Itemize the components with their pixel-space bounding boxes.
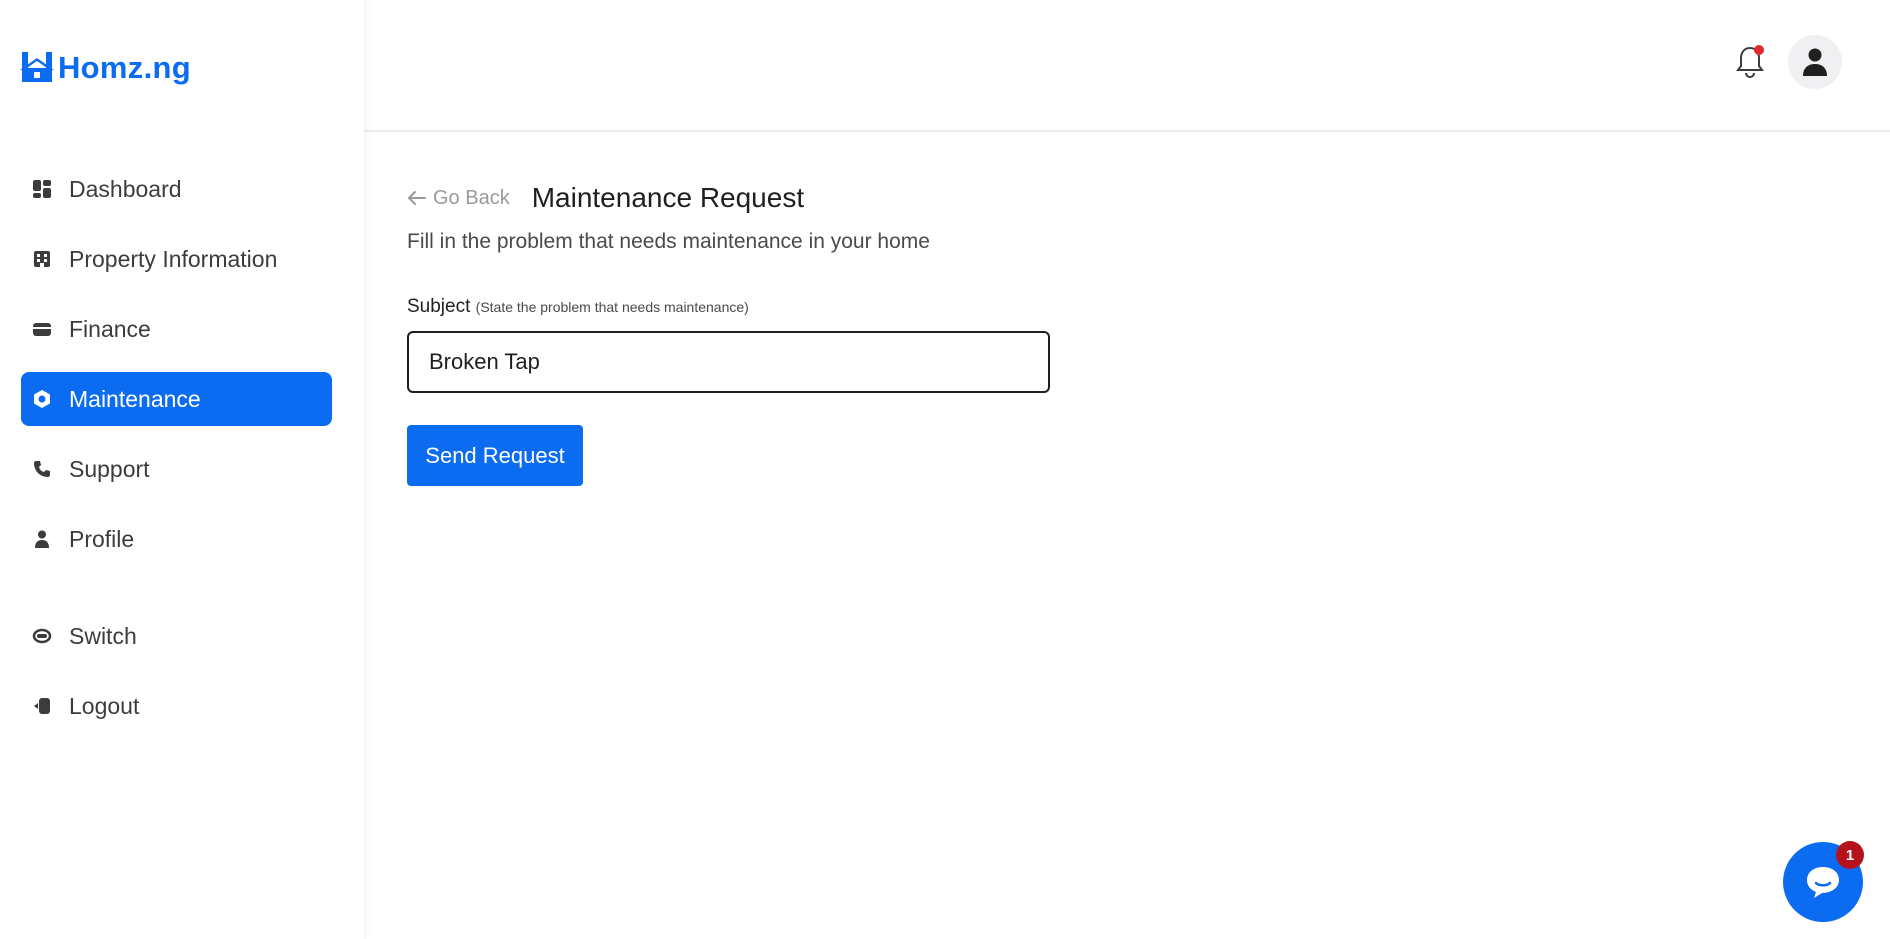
sidebar-item-maintenance[interactable]: Maintenance: [21, 372, 332, 426]
page-subtitle: Fill in the problem that needs maintenan…: [407, 230, 930, 253]
sidebar-item-support[interactable]: Support: [21, 442, 332, 496]
sidebar-item-label: Property Information: [69, 245, 278, 272]
sidebar-item-label: Switch: [69, 622, 137, 649]
logout-door-icon: [32, 696, 52, 716]
top-header: [364, 0, 1890, 132]
sidebar-item-logout[interactable]: Logout: [21, 679, 332, 733]
sidebar-item-label: Maintenance: [69, 385, 201, 412]
phone-icon: [32, 459, 52, 479]
subject-hint: (State the problem that needs maintenanc…: [475, 299, 749, 315]
sidebar-item-finance[interactable]: Finance: [21, 302, 332, 356]
house-logo-icon: [20, 52, 54, 82]
main-content: Go Back Maintenance Request Fill in the …: [407, 178, 1050, 486]
go-back-label: Go Back: [433, 186, 510, 209]
subject-label-text: Subject: [407, 296, 471, 317]
sidebar: Homz.ng Dashboard Property Information F…: [0, 0, 364, 939]
building-icon: [32, 249, 52, 269]
sidebar-item-property-information[interactable]: Property Information: [21, 232, 332, 286]
dashboard-grid-icon: [32, 179, 52, 199]
sidebar-item-label: Finance: [69, 315, 151, 342]
profile-avatar-button[interactable]: [1788, 35, 1842, 89]
send-request-button[interactable]: Send Request: [407, 425, 583, 486]
page-title: Maintenance Request: [531, 182, 805, 213]
title-row: Go Back Maintenance Request: [407, 178, 804, 218]
user-avatar-icon: [1803, 48, 1827, 76]
sidebar-item-label: Support: [69, 455, 150, 482]
gear-nut-icon: [32, 389, 52, 409]
sidebar-item-dashboard[interactable]: Dashboard: [21, 162, 332, 216]
chat-bubble-icon: [1807, 867, 1839, 898]
sidebar-item-switch[interactable]: Switch: [21, 609, 332, 663]
unread-notification-dot: [1754, 45, 1764, 55]
sidebar-item-profile[interactable]: Profile: [21, 512, 332, 566]
sidebar-item-label: Dashboard: [69, 175, 182, 202]
go-back-link[interactable]: Go Back: [407, 187, 510, 210]
brand-name: Homz.ng: [58, 50, 191, 85]
brand-logo[interactable]: Homz.ng: [20, 48, 191, 88]
arrow-left-icon: [408, 191, 426, 205]
user-icon: [32, 529, 52, 549]
app-root: Homz.ng Dashboard Property Information F…: [0, 0, 1890, 939]
switch-icon: [32, 626, 52, 646]
sidebar-item-label: Profile: [69, 525, 135, 552]
subject-input[interactable]: [407, 331, 1050, 393]
subject-label: Subject (State the problem that needs ma…: [407, 296, 1107, 318]
chat-unread-badge: 1: [1836, 841, 1864, 869]
sidebar-item-label: Logout: [69, 692, 140, 719]
wallet-icon: [32, 319, 52, 339]
